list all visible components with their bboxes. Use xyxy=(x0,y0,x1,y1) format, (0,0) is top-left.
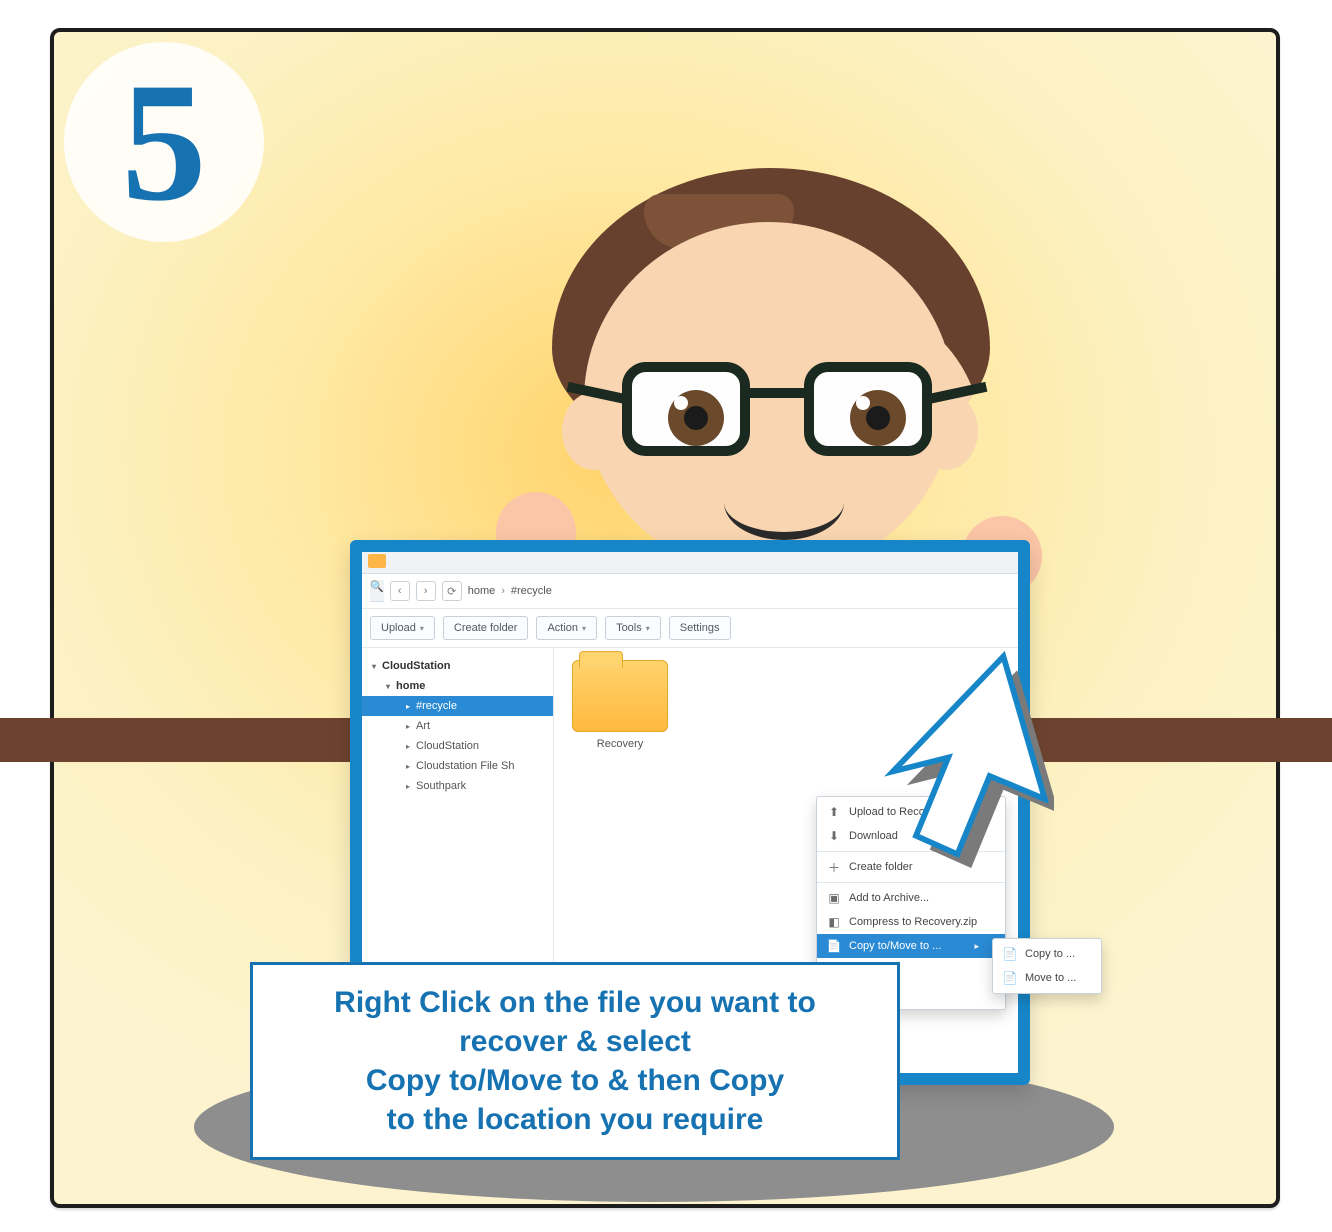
menu-item-label: Copy to/Move to ... xyxy=(849,940,941,952)
folder-icon xyxy=(572,660,668,732)
menu-item[interactable]: ◧ Compress to Recovery.zip xyxy=(817,910,1005,934)
create-folder-button[interactable]: Create folder xyxy=(443,616,529,640)
tree-item[interactable]: ▸ #recycle xyxy=(362,696,553,716)
tree-home-label: home xyxy=(396,680,425,692)
settings-button[interactable]: Settings xyxy=(669,616,731,640)
instruction-line: to the location you require xyxy=(275,1100,875,1139)
instruction-box: Right Click on the file you want to reco… xyxy=(250,962,900,1160)
step-number: 5 xyxy=(122,57,207,227)
menu-icon: ▣ xyxy=(827,891,841,905)
action-button[interactable]: Action ▾ xyxy=(536,616,597,640)
folder-label: Recovery xyxy=(566,738,674,750)
upload-button[interactable]: Upload ▾ xyxy=(370,616,435,640)
menu-item-label: Copy to ... xyxy=(1025,948,1075,960)
tree-item[interactable]: ▸ Southpark xyxy=(362,776,553,796)
tree-item[interactable]: ▸ CloudStation xyxy=(362,736,553,756)
context-submenu[interactable]: 📄 Copy to ... 📄 Move to ... xyxy=(992,938,1102,994)
menu-icon: ◧ xyxy=(827,915,841,929)
caret-icon: ▸ xyxy=(406,742,410,751)
tree-item-label: Cloudstation File Sh xyxy=(416,760,514,772)
tree-root-label: CloudStation xyxy=(382,660,450,672)
tools-button[interactable]: Tools ▾ xyxy=(605,616,661,640)
create-folder-label: Create folder xyxy=(454,622,518,634)
cursor-arrow-illustration xyxy=(824,638,1054,868)
character xyxy=(494,182,1054,602)
caret-icon: ▾ xyxy=(582,624,586,633)
menu-item-label: Add to Archive... xyxy=(849,892,929,904)
menu-item-label: Move to ... xyxy=(1025,972,1076,984)
menu-item[interactable]: 📄 Copy to ... xyxy=(993,942,1101,966)
submenu-arrow-icon: ▸ xyxy=(974,941,979,952)
tree-item[interactable]: ▸ Cloudstation File Sh xyxy=(362,756,553,776)
folder-icon xyxy=(368,554,386,568)
action-label: Action xyxy=(547,622,578,634)
tree-item-label: Southpark xyxy=(416,780,466,792)
caret-icon: ▾ xyxy=(646,624,650,633)
caret-icon: ▸ xyxy=(406,762,410,771)
instruction-line: recover & select xyxy=(275,1022,875,1061)
tree-root[interactable]: ▾ CloudStation xyxy=(362,656,553,676)
folder-item[interactable]: Recovery xyxy=(566,660,674,750)
breadcrumb-separator: › xyxy=(501,585,505,597)
instruction-line: Right Click on the file you want to xyxy=(275,983,875,1022)
nav-row: 🔍 ‹ › ⟳ home › #recycle xyxy=(362,574,1018,609)
caret-icon: ▸ xyxy=(406,782,410,791)
menu-icon: 📄 xyxy=(1003,971,1017,985)
window-titlebar xyxy=(362,552,1018,574)
menu-item[interactable]: 📄 Move to ... xyxy=(993,966,1101,990)
breadcrumb-root[interactable]: home xyxy=(468,585,496,597)
tools-label: Tools xyxy=(616,622,642,634)
menu-icon: 📄 xyxy=(1003,947,1017,961)
caret-icon: ▾ xyxy=(386,682,390,691)
instruction-line: Copy to/Move to & then Copy xyxy=(275,1061,875,1100)
menu-item[interactable]: ▣ Add to Archive... xyxy=(817,886,1005,910)
nav-forward-button[interactable]: › xyxy=(416,581,436,601)
tree-item-label: Art xyxy=(416,720,430,732)
tree-item-label: #recycle xyxy=(416,700,457,712)
character-glasses xyxy=(622,362,932,452)
breadcrumb-current[interactable]: #recycle xyxy=(511,585,552,597)
nav-refresh-button[interactable]: ⟳ xyxy=(442,581,462,601)
menu-item-label: Compress to Recovery.zip xyxy=(849,916,977,928)
menu-item[interactable]: 📄 Copy to/Move to ... ▸ xyxy=(817,934,1005,958)
settings-label: Settings xyxy=(680,622,720,634)
search-icon[interactable]: 🔍 xyxy=(370,580,384,602)
menu-icon: 📄 xyxy=(827,939,841,953)
upload-label: Upload xyxy=(381,622,416,634)
caret-icon: ▸ xyxy=(406,722,410,731)
caret-icon: ▸ xyxy=(406,702,410,711)
step-badge: 5 xyxy=(64,42,264,242)
caret-icon: ▾ xyxy=(372,662,376,671)
tree-item[interactable]: ▸ Art xyxy=(362,716,553,736)
tutorial-card: 🔍 ‹ › ⟳ home › #recycle Upload ▾ Create … xyxy=(50,28,1280,1208)
nav-back-button[interactable]: ‹ xyxy=(390,581,410,601)
caret-icon: ▾ xyxy=(420,624,424,633)
tree-home[interactable]: ▾ home xyxy=(362,676,553,696)
menu-separator xyxy=(817,882,1005,883)
tree-item-label: CloudStation xyxy=(416,740,479,752)
